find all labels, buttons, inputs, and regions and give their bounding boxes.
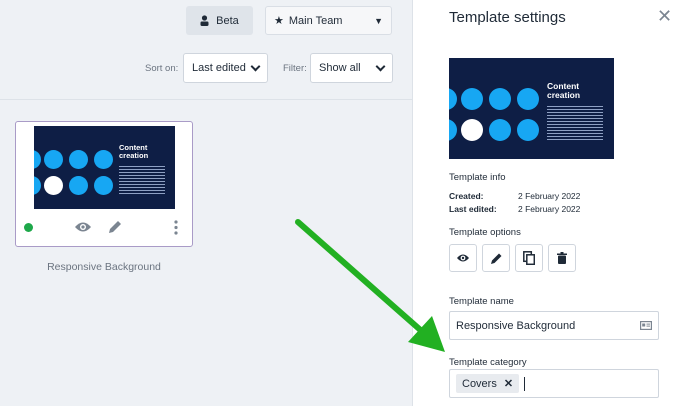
filter-label: Filter: [283, 63, 307, 74]
chevron-down-icon [250, 61, 261, 71]
id-card-icon [640, 321, 652, 330]
preview-dot [489, 88, 511, 110]
chevron-down-icon [375, 61, 386, 71]
pencil-icon[interactable] [107, 219, 123, 235]
template-name-label: Template name [449, 296, 514, 307]
preview-dot [517, 88, 539, 110]
duplicate-button[interactable] [515, 244, 543, 272]
preview-dot [461, 119, 483, 141]
thumb-dot [94, 150, 113, 169]
team-label: Main Team [288, 14, 343, 27]
thumb-dot [69, 150, 88, 169]
preview-text-lines [547, 106, 603, 142]
sort-select[interactable]: Last edited [183, 53, 268, 83]
status-dot [24, 223, 33, 232]
pencil-icon [490, 253, 501, 264]
thumb-dot [44, 150, 63, 169]
user-icon [200, 15, 209, 26]
sort-value: Last edited [192, 62, 246, 74]
copy-icon [523, 251, 535, 265]
template-thumbnail[interactable]: Content creation [34, 126, 175, 209]
category-chip-label: Covers [462, 377, 497, 390]
filter-value: Show all [319, 62, 361, 74]
thumb-text-lines [119, 166, 165, 196]
close-icon[interactable]: ✕ [657, 6, 672, 27]
filter-select[interactable]: Show all [310, 53, 393, 83]
beta-label: Beta [216, 14, 239, 27]
thumb-dot [94, 176, 113, 195]
panel-title: Template settings [449, 9, 566, 26]
sort-label: Sort on: [145, 63, 179, 74]
preview-button[interactable] [449, 244, 477, 272]
category-chip: Covers ✕ [456, 374, 520, 393]
thumb-dot [34, 150, 41, 169]
created-label: Created: [449, 191, 484, 201]
preview-dot [449, 88, 457, 110]
thumb-heading: Content creation [119, 143, 149, 160]
template-options-heading: Template options [449, 227, 521, 238]
team-select[interactable]: ★ Main Team ▼ [265, 6, 392, 35]
thumb-dot [69, 176, 88, 195]
template-category-label: Template category [449, 357, 527, 368]
toolbar: Beta ★ Main Team ▼ Sort on: Last edited … [0, 0, 413, 100]
remove-chip-icon[interactable]: ✕ [504, 377, 513, 390]
template-card[interactable]: Content creation [15, 121, 193, 247]
edit-button[interactable] [482, 244, 510, 272]
thumb-dot [34, 176, 41, 195]
template-list-area: Beta ★ Main Team ▼ Sort on: Last edited … [0, 0, 413, 406]
preview-dot [461, 88, 483, 110]
created-value: 2 February 2022 [518, 191, 581, 201]
preview-heading: Content creation [547, 81, 581, 100]
last-edited-label: Last edited: [449, 204, 497, 214]
more-vertical-icon[interactable] [174, 220, 178, 235]
template-name-value: Responsive Background [456, 319, 576, 332]
thumb-dot [44, 176, 63, 195]
template-preview: Content creation [449, 58, 614, 159]
caret-down-icon: ▼ [374, 15, 383, 26]
trash-icon [557, 252, 567, 264]
card-footer [16, 212, 192, 246]
eye-icon[interactable] [74, 221, 92, 233]
delete-button[interactable] [548, 244, 576, 272]
template-info-heading: Template info [449, 172, 506, 183]
text-cursor [524, 376, 526, 391]
template-category-input[interactable]: Covers ✕ [449, 369, 659, 398]
template-name-input[interactable]: Responsive Background [449, 311, 659, 340]
preview-dot [489, 119, 511, 141]
preview-dot [449, 119, 457, 141]
template-settings-panel: Template settings ✕ Content creation Tem… [414, 0, 688, 406]
card-title: Responsive Background [47, 261, 161, 273]
eye-icon [457, 254, 469, 262]
preview-dot [517, 119, 539, 141]
beta-button[interactable]: Beta [186, 6, 253, 35]
last-edited-value: 2 February 2022 [518, 204, 581, 214]
star-icon: ★ [274, 15, 284, 27]
